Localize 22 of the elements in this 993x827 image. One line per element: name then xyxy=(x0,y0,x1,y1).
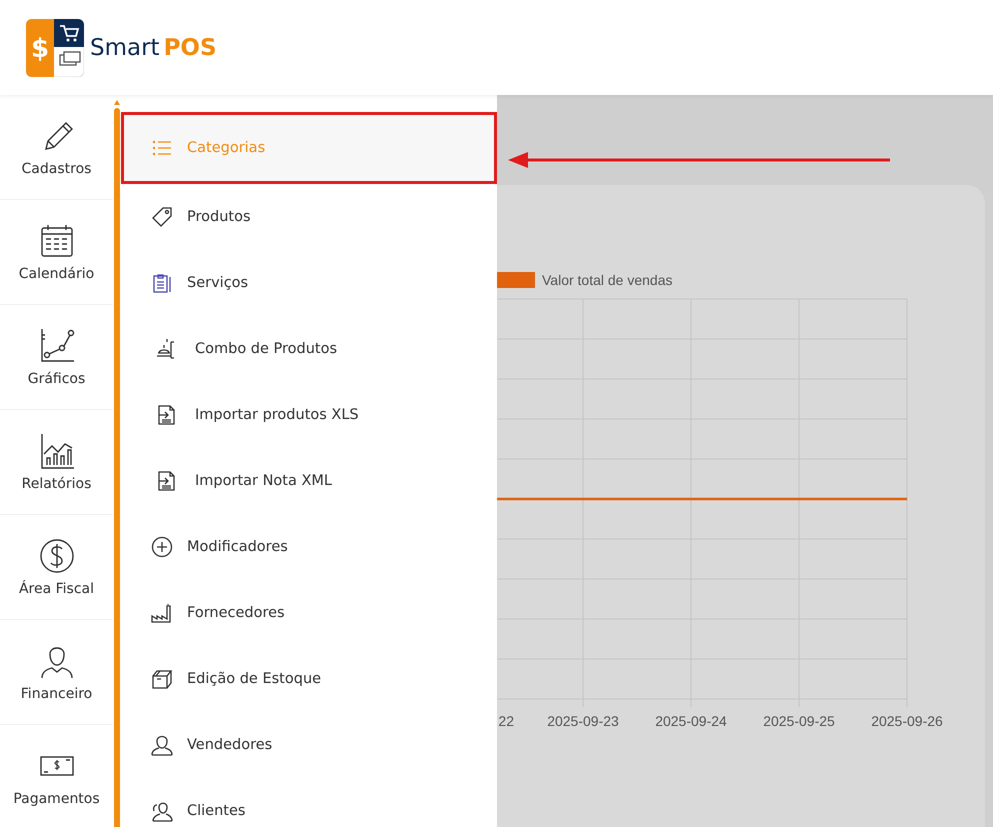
legend-label: Valor total de vendas xyxy=(542,272,672,288)
people-icon xyxy=(151,800,173,822)
tag-icon xyxy=(151,206,173,228)
dollar-icon xyxy=(38,537,76,575)
scrollbar[interactable] xyxy=(113,95,121,827)
logo-icon: $ xyxy=(26,18,84,76)
plus-circle-icon xyxy=(151,536,173,558)
tray-icon xyxy=(155,338,177,360)
logo-text: POS xyxy=(164,34,217,60)
scroll-up-icon[interactable] xyxy=(114,100,120,105)
axis-label: 2025-09-25 xyxy=(763,713,835,729)
scrollbar-thumb[interactable] xyxy=(114,108,120,827)
factory-icon xyxy=(151,602,173,624)
axis-label: 2025-09-23 xyxy=(547,713,619,729)
logo-text: Smart xyxy=(90,34,160,60)
box-icon xyxy=(151,668,173,690)
axis-label: 2025-09-26 xyxy=(871,713,943,729)
clipboard-icon xyxy=(151,272,173,294)
legend-swatch xyxy=(497,272,535,288)
axis-label: 22 xyxy=(498,713,514,729)
person-icon xyxy=(151,734,173,756)
axis-label: 2025-09-24 xyxy=(655,713,727,729)
